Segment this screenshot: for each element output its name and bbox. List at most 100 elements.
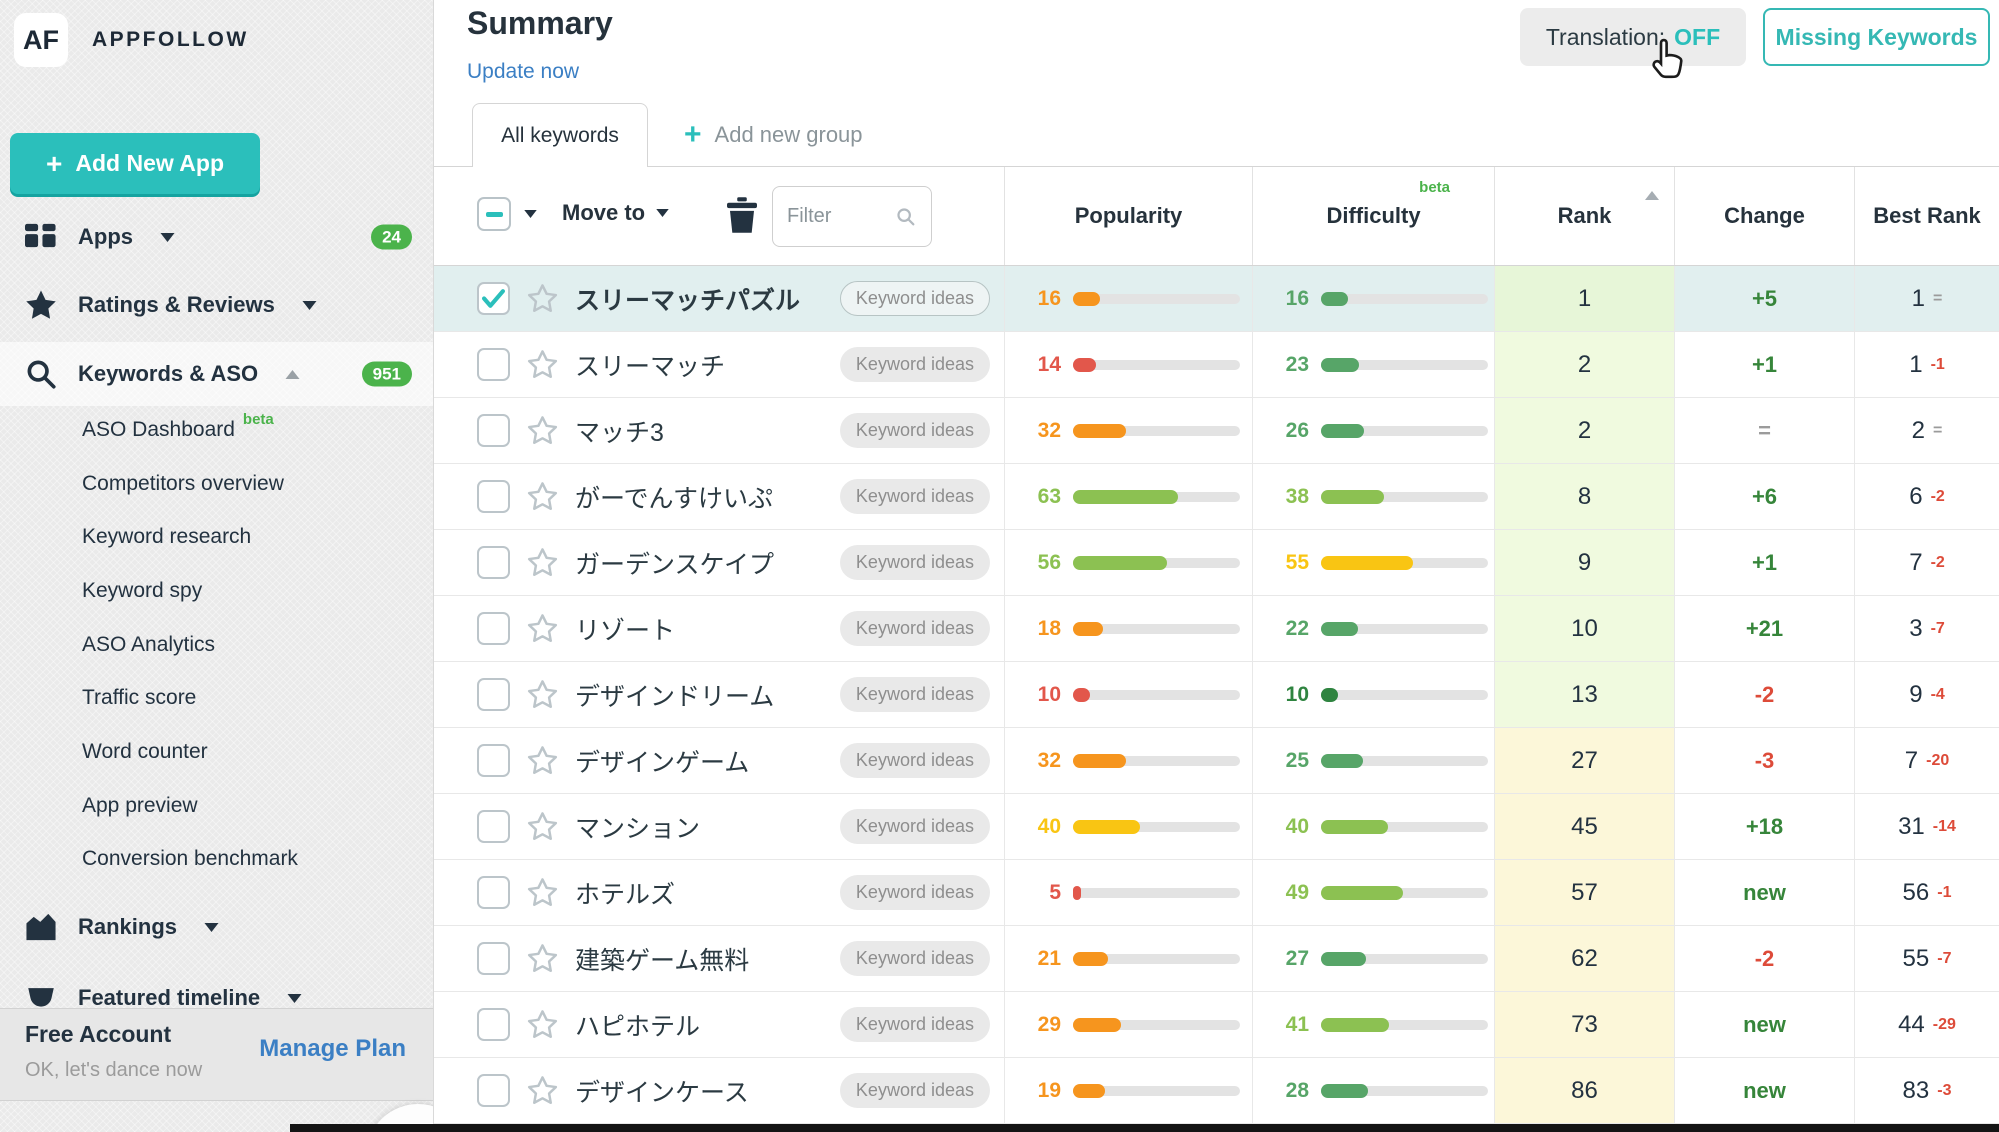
brand-logo[interactable]: AF APPFOLLOW [14, 13, 249, 67]
favorite-star-icon[interactable] [525, 876, 560, 909]
horizontal-scrollbar[interactable] [290, 1124, 1999, 1132]
favorite-star-icon[interactable] [525, 480, 560, 513]
keyword-ideas-tag[interactable]: Keyword ideas [840, 875, 990, 910]
keyword-ideas-tag[interactable]: Keyword ideas [840, 347, 990, 382]
popularity-cell: 63 [1004, 464, 1252, 529]
best-rank-delta: -2 [1931, 488, 1945, 506]
keyword-ideas-tag[interactable]: Keyword ideas [840, 677, 990, 712]
sidebar-item-apps[interactable]: Apps 24 [0, 205, 434, 269]
change-cell: +1 [1674, 530, 1854, 595]
add-new-app-button[interactable]: + Add New App [10, 133, 260, 194]
popularity-cell: 18 [1004, 596, 1252, 661]
translation-toggle-button[interactable]: Translation: OFF [1520, 8, 1746, 66]
column-header-change[interactable]: Change [1674, 167, 1854, 265]
keyword-ideas-tag[interactable]: Keyword ideas [840, 479, 990, 514]
add-new-group-button[interactable]: + Add new group [684, 103, 863, 167]
beta-tag: beta [243, 411, 274, 428]
difficulty-bar-fill [1321, 622, 1358, 636]
keyword-ideas-tag[interactable]: Keyword ideas [840, 1007, 990, 1042]
favorite-star-icon[interactable] [525, 282, 560, 315]
rank-cell: 1 [1494, 266, 1674, 331]
row-checkbox[interactable] [477, 678, 510, 711]
best-rank-value: 83 [1903, 1077, 1930, 1105]
favorite-star-icon[interactable] [525, 546, 560, 579]
favorite-star-icon[interactable] [525, 612, 560, 645]
missing-keywords-button[interactable]: Missing Keywords [1763, 8, 1990, 66]
sidebar-item-keywords-aso[interactable]: Keywords & ASO 951 [0, 342, 434, 406]
tab-all-keywords[interactable]: All keywords [472, 103, 648, 167]
change-cell: +1 [1674, 332, 1854, 397]
favorite-star-icon[interactable] [525, 744, 560, 777]
favorite-star-icon[interactable] [525, 414, 560, 447]
column-header-rank[interactable]: Rank [1494, 167, 1674, 265]
best-rank-cell: 7-2 [1854, 530, 1999, 595]
submenu-item-conversion-benchmark[interactable]: Conversion benchmark [82, 833, 422, 887]
submenu-item-app-preview[interactable]: App preview [82, 779, 422, 833]
keyword-cell: デザインケースKeyword ideas [434, 1058, 1004, 1123]
best-rank-header-label: Best Rank [1873, 203, 1981, 229]
submenu-item-keyword-spy[interactable]: Keyword spy [82, 564, 422, 618]
keyword-ideas-tag[interactable]: Keyword ideas [840, 281, 990, 316]
favorite-star-icon[interactable] [525, 1008, 560, 1041]
difficulty-value: 25 [1263, 749, 1309, 773]
favorite-star-icon[interactable] [525, 942, 560, 975]
select-dropdown-caret-icon[interactable] [524, 210, 537, 218]
row-checkbox[interactable] [477, 942, 510, 975]
keyword-ideas-tag[interactable]: Keyword ideas [840, 611, 990, 646]
row-checkbox[interactable] [477, 744, 510, 777]
best-rank-cell: 3-7 [1854, 596, 1999, 661]
favorite-star-icon[interactable] [525, 678, 560, 711]
keyword-label: リゾート [575, 611, 825, 647]
row-checkbox[interactable] [477, 1008, 510, 1041]
submenu-item-keyword-research[interactable]: Keyword research [82, 510, 422, 564]
delete-button[interactable] [727, 197, 757, 239]
difficulty-cell: 23 [1252, 332, 1494, 397]
change-cell: -2 [1674, 926, 1854, 991]
row-checkbox[interactable] [477, 480, 510, 513]
keyword-ideas-tag[interactable]: Keyword ideas [840, 413, 990, 448]
favorite-star-icon[interactable] [525, 1074, 560, 1107]
submenu-item-word-counter[interactable]: Word counter [82, 725, 422, 779]
row-checkbox[interactable] [477, 414, 510, 447]
sidebar-item-rankings[interactable]: Rankings [0, 895, 434, 959]
submenu-item-traffic-score[interactable]: Traffic score [82, 671, 422, 725]
row-checkbox[interactable] [477, 810, 510, 843]
favorite-star-icon[interactable] [525, 810, 560, 843]
row-checkbox[interactable] [477, 546, 510, 579]
popularity-cell: 5 [1004, 860, 1252, 925]
column-header-popularity[interactable]: Popularity [1004, 167, 1252, 265]
keyword-ideas-tag[interactable]: Keyword ideas [840, 545, 990, 580]
update-now-link[interactable]: Update now [467, 60, 579, 84]
column-header-best-rank[interactable]: Best Rank [1854, 167, 1999, 265]
manage-plan-link[interactable]: Manage Plan [259, 1035, 406, 1063]
popularity-value: 5 [1015, 881, 1061, 905]
submenu-item-aso-analytics[interactable]: ASO Analytics [82, 618, 422, 672]
keyword-ideas-tag[interactable]: Keyword ideas [840, 809, 990, 844]
keyword-label: マンション [575, 809, 825, 845]
keyword-ideas-tag[interactable]: Keyword ideas [840, 941, 990, 976]
keyword-ideas-tag[interactable]: Keyword ideas [840, 743, 990, 778]
popularity-bar [1073, 690, 1240, 700]
popularity-value: 10 [1015, 683, 1061, 707]
table-row: デザインケースKeyword ideas192886new83-3 [434, 1058, 1999, 1124]
change-cell: = [1674, 398, 1854, 463]
sidebar-item-ratings-reviews[interactable]: Ratings & Reviews [0, 273, 434, 337]
popularity-bar [1073, 294, 1240, 304]
filter-input[interactable] [787, 205, 883, 228]
select-all-checkbox[interactable] [477, 197, 511, 231]
row-checkbox[interactable] [477, 348, 510, 381]
submenu-item-aso-dashboard[interactable]: ASO Dashboardbeta [82, 403, 422, 457]
move-to-button[interactable]: Move to [562, 200, 669, 226]
row-checkbox[interactable] [477, 876, 510, 909]
table-row: ガーデンスケイプKeyword ideas56559+17-2 [434, 530, 1999, 596]
popularity-value: 14 [1015, 353, 1061, 377]
row-checkbox[interactable] [477, 612, 510, 645]
keyword-ideas-tag[interactable]: Keyword ideas [840, 1073, 990, 1108]
row-checkbox[interactable] [477, 282, 510, 315]
column-header-difficulty[interactable]: Difficulty beta [1252, 167, 1494, 265]
row-checkbox[interactable] [477, 1074, 510, 1107]
favorite-star-icon[interactable] [525, 348, 560, 381]
keyword-label: マッチ3 [575, 413, 825, 449]
rank-cell: 57 [1494, 860, 1674, 925]
submenu-item-competitors-overview[interactable]: Competitors overview [82, 457, 422, 511]
